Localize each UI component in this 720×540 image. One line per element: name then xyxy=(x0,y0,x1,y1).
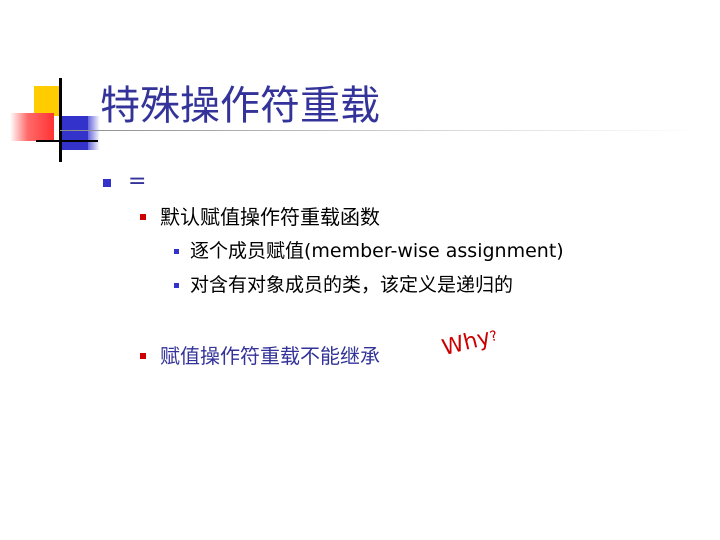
bullet-text-not-inherited: 赋值操作符重载不能继承 xyxy=(160,344,380,368)
logo-blue-block xyxy=(62,116,88,150)
bullet-text-recursive: 对含有对象成员的类，该定义是递归的 xyxy=(190,274,514,296)
logo-red-block xyxy=(10,113,54,141)
square-bullet-icon xyxy=(140,214,146,220)
slide-title: 特殊操作符重载 xyxy=(100,83,380,129)
bullet-text-memberwise: 逐个成员赋值(member-wise assignment) xyxy=(190,240,564,262)
logo-blue-fade xyxy=(88,116,100,150)
slide: 特殊操作符重载 = 默认赋值操作符重载函数 逐个成员赋值(member-wise… xyxy=(0,0,720,540)
logo-horizontal-line xyxy=(36,140,98,142)
why-annotation: Why? xyxy=(440,323,501,362)
logo-vertical-line xyxy=(59,78,62,162)
bullet-text-default-assignment: 默认赋值操作符重载函数 xyxy=(160,205,380,229)
square-bullet-icon xyxy=(140,353,146,359)
square-bullet-icon xyxy=(174,249,179,254)
square-bullet-icon xyxy=(103,179,111,187)
bullet-text-operator: = xyxy=(128,169,147,194)
square-bullet-icon xyxy=(174,283,179,288)
logo-yellow-block xyxy=(34,86,60,116)
why-text: Why xyxy=(439,324,494,362)
